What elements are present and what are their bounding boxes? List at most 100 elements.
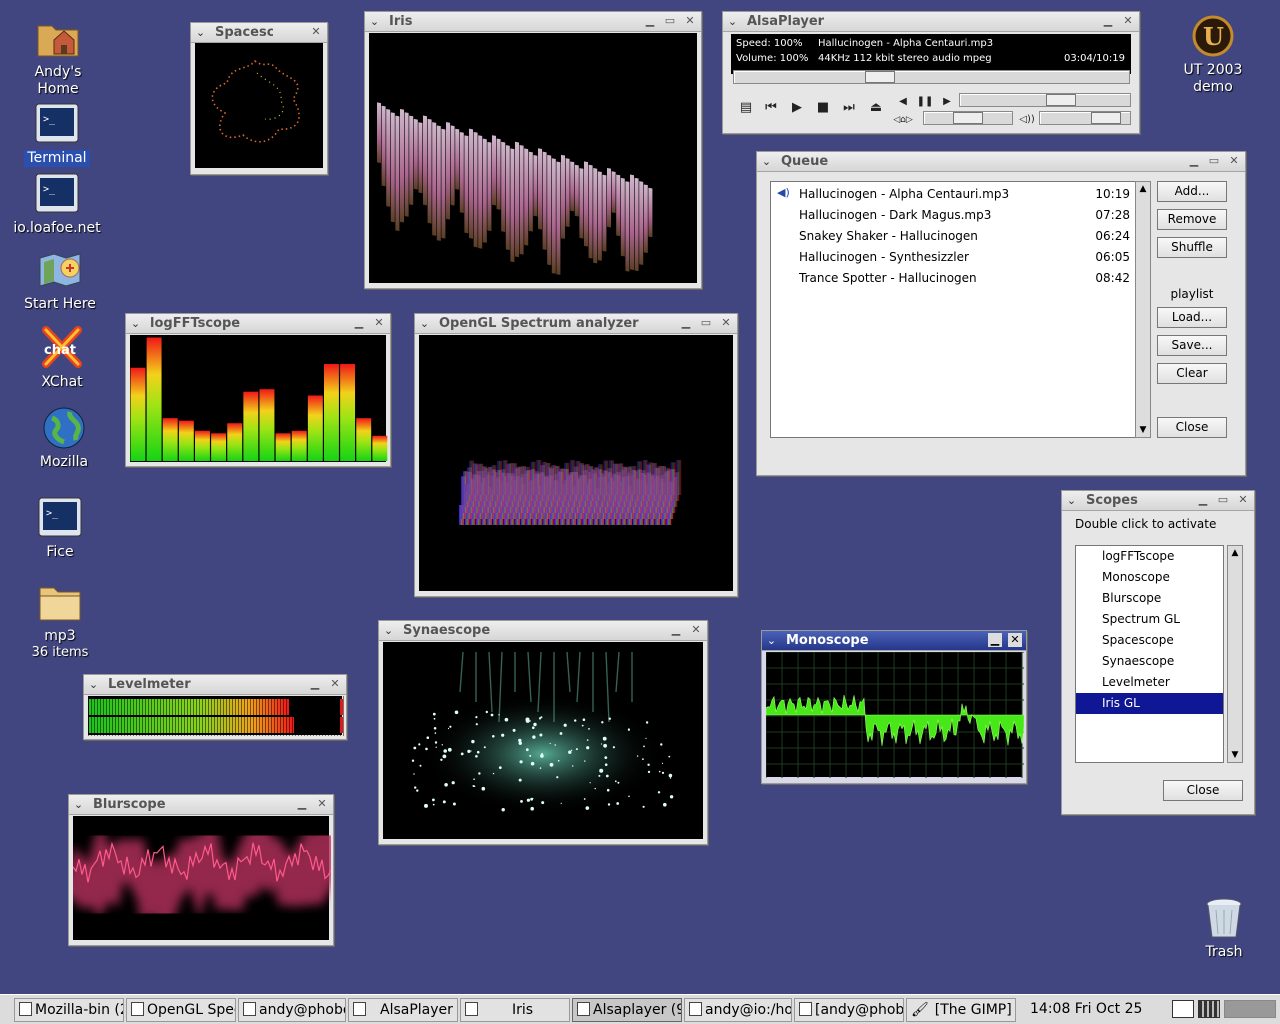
maximize-icon[interactable]: ▭ <box>1216 493 1230 507</box>
titlebar[interactable]: ⌄ Iris ▁ ▭ ✕ <box>365 12 701 32</box>
balance-slider[interactable] <box>923 111 1013 125</box>
blurscope-window[interactable]: ⌄ Blurscope ▁ ✕ <box>59 792 344 954</box>
scroll-up-icon[interactable]: ▲ <box>1136 182 1150 196</box>
remove-button[interactable]: Remove <box>1157 209 1227 230</box>
desktop-icon-fice[interactable]: >_ Fice <box>12 496 108 561</box>
queue-item[interactable]: Hallucinogen - Synthesizzler 06:05 <box>799 247 1130 268</box>
scroll-up-icon[interactable]: ▲ <box>1228 546 1242 560</box>
taskbar-item-active[interactable]: Alsaplayer (9 <box>572 998 682 1022</box>
opengl-spectrum-window[interactable]: ⌄ OpenGL Spectrum analyzer ▁ ▭ ✕ <box>414 313 738 597</box>
close-icon[interactable]: ✕ <box>1008 633 1022 647</box>
speed-slider[interactable] <box>959 93 1131 107</box>
minimize-icon[interactable]: ▁ <box>1196 493 1210 507</box>
scope-item[interactable]: Synaescope <box>1102 651 1174 672</box>
taskbar-item[interactable]: Mozilla-bin (2 <box>14 998 124 1022</box>
close-icon[interactable]: ✕ <box>1236 493 1250 507</box>
playlist-icon[interactable]: ▤ <box>736 98 756 118</box>
taskbar-item[interactable]: andy@io:/ho <box>684 998 792 1022</box>
window-menu-icon[interactable]: ⌄ <box>129 317 142 330</box>
minimize-icon[interactable]: ▁ <box>1187 154 1201 168</box>
queue-window[interactable]: ⌄ Queue ▁ ▭ ✕ ◀) Hallucinogen - Alpha Ce… <box>756 151 1246 476</box>
desktop-icon-home[interactable]: Andy's Home <box>10 16 106 98</box>
pager-icon[interactable] <box>1198 1000 1220 1018</box>
alsaplayer-window[interactable]: ⌄ AlsaPlayer ▁ ✕ Speed: 100% Hallucinoge… <box>722 11 1140 134</box>
close-icon[interactable]: ✕ <box>1121 14 1135 28</box>
clear-button[interactable]: Clear <box>1157 363 1227 384</box>
taskbar-item[interactable]: 🖌 [The GIMP] <box>906 998 1016 1022</box>
scope-item[interactable]: Levelmeter <box>1102 672 1170 693</box>
queue-item[interactable]: Hallucinogen - Alpha Centauri.mp3 10:19 <box>799 184 1130 205</box>
window-menu-icon[interactable]: ⌄ <box>194 26 207 39</box>
window-menu-icon[interactable]: ⌄ <box>368 15 381 28</box>
window-menu-icon[interactable]: ⌄ <box>418 317 431 330</box>
previous-icon[interactable]: ⏮ <box>761 98 781 118</box>
desktop-icon-mp3[interactable]: mp3 36 items <box>12 580 108 660</box>
titlebar[interactable]: ⌄ AlsaPlayer ▁ ✕ <box>723 12 1139 32</box>
scopes-scrollbar[interactable]: ▲ ▼ <box>1227 545 1243 763</box>
desktop-icon-mozilla[interactable]: Mozilla <box>16 406 112 471</box>
taskbar-item[interactable]: OpenGL Spec <box>126 998 236 1022</box>
maximize-icon[interactable]: ▭ <box>663 14 677 28</box>
levelmeter-window[interactable]: ⌄ Levelmeter ▁ ✕ <box>83 674 347 740</box>
titlebar[interactable]: ⌄ Blurscope ▁ ✕ <box>69 795 333 815</box>
taskbar-item[interactable]: andy@phobo <box>238 998 346 1022</box>
maximize-icon[interactable]: ▭ <box>699 316 713 330</box>
desktop-icon-ut2003[interactable]: U UT 2003 demo <box>1160 14 1266 96</box>
titlebar[interactable]: ⌄ Levelmeter ▁ ✕ <box>84 675 346 695</box>
scope-item[interactable]: logFFTscope <box>1102 546 1174 567</box>
close-icon[interactable]: ✕ <box>309 25 323 39</box>
monoscope-window[interactable]: ⌄ Monoscope ▁ ✕ <box>761 630 1027 784</box>
pause-icon[interactable]: ❚❚ <box>915 92 935 112</box>
window-menu-icon[interactable]: ⌄ <box>760 155 773 168</box>
scope-item[interactable]: Monoscope <box>1102 567 1170 588</box>
load-button[interactable]: Load... <box>1157 307 1227 328</box>
maximize-icon[interactable]: ▭ <box>1207 154 1221 168</box>
seek-slider[interactable] <box>733 70 1130 84</box>
queue-scrollbar[interactable]: ▲ ▼ <box>1135 181 1151 438</box>
desktop-icon-trash[interactable]: Trash <box>1176 896 1272 961</box>
window-menu-icon[interactable]: ⌄ <box>87 678 100 691</box>
logfftscope-window[interactable]: ⌄ logFFTscope ▁ ✕ <box>125 313 391 467</box>
close-icon[interactable]: ✕ <box>328 677 342 691</box>
scroll-down-icon[interactable]: ▼ <box>1228 748 1242 762</box>
close-icon[interactable]: ✕ <box>315 797 329 811</box>
minimize-icon[interactable]: ▁ <box>308 677 322 691</box>
seek-thumb[interactable] <box>865 71 895 83</box>
save-button[interactable]: Save... <box>1157 335 1227 356</box>
forward-icon[interactable]: ▶ <box>937 92 957 112</box>
rewind-icon[interactable]: ◀ <box>893 92 913 112</box>
scopes-window[interactable]: ⌄ Scopes ▁ ▭ ✕ Double click to activate … <box>1061 490 1255 815</box>
titlebar[interactable]: ⌄ Scopes ▁ ▭ ✕ <box>1062 491 1254 511</box>
speed-thumb[interactable] <box>1046 94 1076 106</box>
scope-item-selected[interactable]: Iris GL <box>1076 693 1223 714</box>
taskbar-item[interactable]: [andy@phob <box>794 998 904 1022</box>
titlebar[interactable]: ⌄ Queue ▁ ▭ ✕ <box>757 152 1245 172</box>
taskbar-item[interactable]: Iris <box>460 998 570 1022</box>
desktop-icon-start-here[interactable]: Start Here <box>12 248 108 313</box>
window-menu-icon[interactable]: ⌄ <box>1065 494 1078 507</box>
eject-icon[interactable]: ⏏ <box>866 98 886 118</box>
scroll-down-icon[interactable]: ▼ <box>1136 423 1150 437</box>
add-button[interactable]: Add... <box>1157 181 1227 202</box>
iris-window[interactable]: ⌄ Iris ▁ ▭ ✕ <box>364 11 702 289</box>
volume-thumb[interactable] <box>1091 112 1121 124</box>
desktop-icon-terminal[interactable]: >_ Terminal <box>9 102 105 167</box>
queue-item[interactable]: Hallucinogen - Dark Magus.mp3 07:28 <box>799 205 1130 226</box>
close-icon[interactable]: ✕ <box>1227 154 1241 168</box>
balance-thumb[interactable] <box>953 112 983 124</box>
next-icon[interactable]: ⏭ <box>839 98 859 118</box>
titlebar[interactable]: ⌄ Spacescope ✕ <box>191 23 327 43</box>
minimize-icon[interactable]: ▁ <box>352 316 366 330</box>
close-icon[interactable]: ✕ <box>683 14 697 28</box>
minimize-icon[interactable]: ▁ <box>669 623 683 637</box>
shuffle-button[interactable]: Shuffle <box>1157 237 1227 258</box>
taskbar-item[interactable]: AlsaPlayer <box>348 998 458 1022</box>
window-menu-icon[interactable]: ⌄ <box>765 634 778 647</box>
desktop-icon-io[interactable]: >_ io.loafoe.net <box>9 172 105 237</box>
window-menu-icon[interactable]: ⌄ <box>72 798 85 811</box>
minimize-icon[interactable]: ▁ <box>295 797 309 811</box>
queue-item[interactable]: Snakey Shaker - Hallucinogen 06:24 <box>799 226 1130 247</box>
scopes-list[interactable]: logFFTscope Monoscope Blurscope Spectrum… <box>1075 545 1224 763</box>
scope-item[interactable]: Spectrum GL <box>1102 609 1180 630</box>
minimize-icon[interactable]: ▁ <box>643 14 657 28</box>
